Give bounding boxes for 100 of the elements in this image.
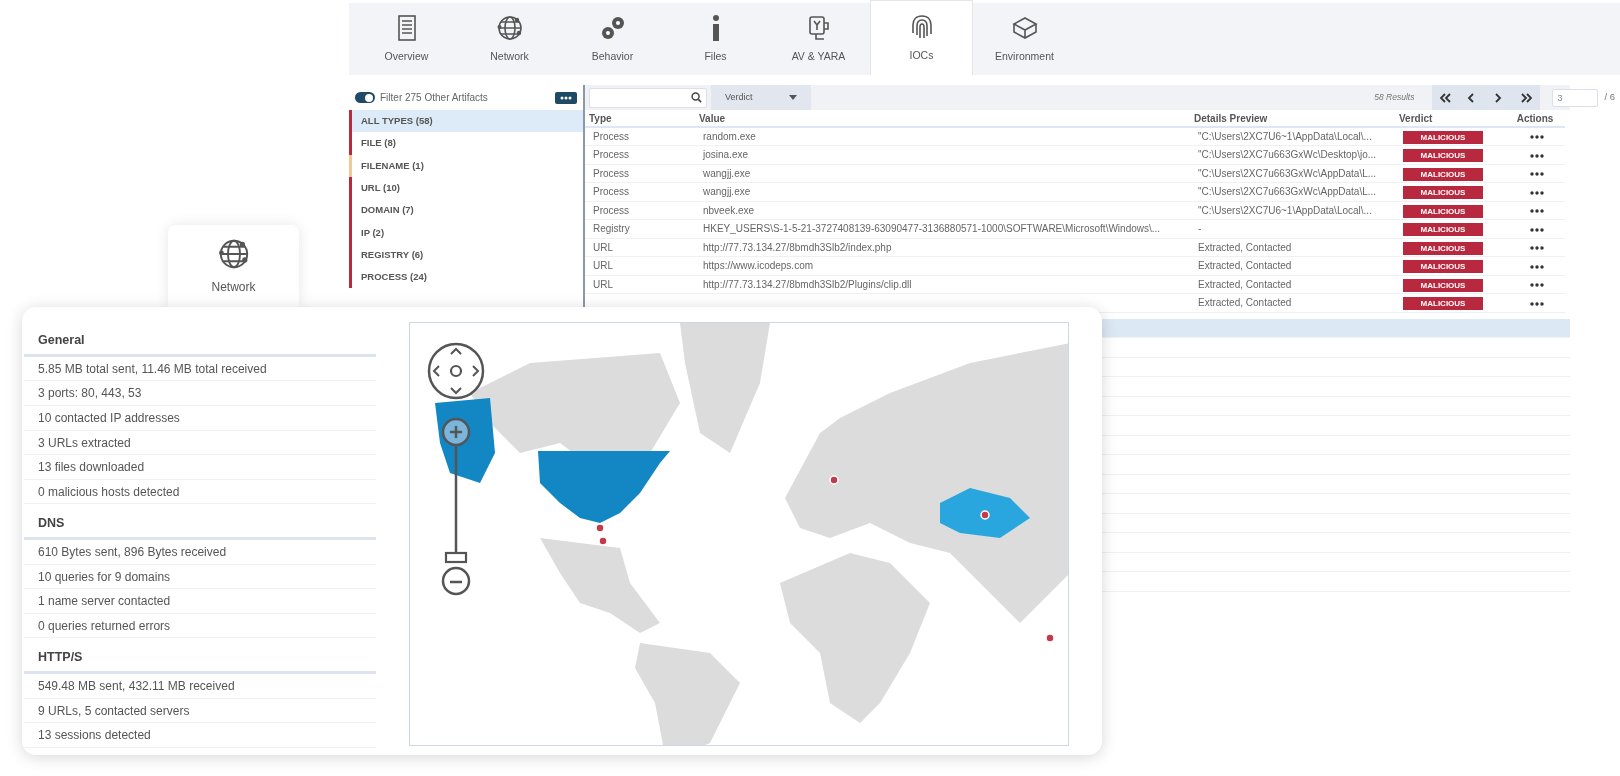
tab[interactable]: Overview xyxy=(355,3,458,75)
table-cell: Process xyxy=(585,182,695,201)
column-header[interactable]: Details Preview xyxy=(1190,110,1395,127)
table-cell: Extracted, Contacted xyxy=(1190,238,1395,257)
tab[interactable]: Environment xyxy=(973,3,1076,75)
more-icon[interactable] xyxy=(1530,209,1544,214)
zoom-out-button[interactable] xyxy=(441,566,471,596)
artifact-type-item[interactable]: FILE (8) xyxy=(349,132,583,155)
last-page-icon[interactable] xyxy=(1521,92,1533,103)
stat-item: 5.85 MB total sent, 11.46 MB total received xyxy=(24,356,376,382)
network-tab[interactable]: Network xyxy=(168,225,299,307)
more-icon[interactable] xyxy=(1530,153,1544,158)
stat-item: 3 URLs extracted xyxy=(24,430,376,456)
search-icon xyxy=(691,92,702,103)
verdict-badge: MALICIOUS xyxy=(1403,297,1483,311)
tab[interactable]: AV & YARA xyxy=(767,3,870,75)
verdict-badge: MALICIOUS xyxy=(1403,260,1483,274)
more-icon[interactable] xyxy=(1530,190,1544,195)
table-cell: wangjj.exe xyxy=(695,164,1190,183)
verdict-badge: MALICIOUS xyxy=(1403,167,1483,181)
table-cell: Registry xyxy=(585,219,695,238)
pan-control[interactable] xyxy=(427,342,485,400)
zoom-slider[interactable] xyxy=(444,445,468,564)
artifact-type-item[interactable]: URL (10) xyxy=(349,176,583,200)
slider-handle[interactable] xyxy=(444,551,468,564)
table-cell: Extracted, Contacted xyxy=(1190,275,1395,294)
tab[interactable]: IOCs xyxy=(870,0,973,75)
artifact-type-item[interactable]: DOMAIN (7) xyxy=(349,199,583,222)
filter-label: Filter 275 Other Artifacts xyxy=(380,91,488,105)
table-cell: URL xyxy=(585,238,695,257)
table-cell: nbveek.exe xyxy=(695,201,1190,220)
table-cell: "C:\Users\2XC7u663GxWc\AppData\L... xyxy=(1190,182,1395,201)
more-icon[interactable] xyxy=(1530,301,1544,306)
column-header[interactable]: Value xyxy=(695,110,1190,127)
table-cell: http://77.73.134.27/8bmdh3Slb2/Plugins/clip.dll xyxy=(695,275,1190,294)
table-cell: http://77.73.134.27/8bmdh3Slb2/index.php xyxy=(695,238,1190,257)
more-icon[interactable] xyxy=(1530,246,1544,251)
results-count: 58 Results xyxy=(1374,91,1415,104)
more-icon[interactable] xyxy=(1530,227,1544,232)
filter-toggle[interactable] xyxy=(355,92,375,103)
tab[interactable]: Files xyxy=(664,3,767,75)
table-cell: Process xyxy=(585,201,695,220)
more-icon[interactable] xyxy=(1530,172,1544,177)
artifact-type-item[interactable]: REGISTRY (6) xyxy=(349,243,583,267)
section-title: HTTP/S xyxy=(24,638,376,675)
info-icon xyxy=(712,13,719,44)
artifact-type-item[interactable]: FILENAME (1) xyxy=(349,154,583,177)
verdict-badge: MALICIOUS xyxy=(1403,186,1483,200)
table-cell: "C:\Users\2XC7U6~1\AppData\Local\... xyxy=(1190,201,1395,220)
table-cell: - xyxy=(1190,219,1395,238)
verdict-badge: MALICIOUS xyxy=(1403,204,1483,218)
stat-item: 0 queries returned errors xyxy=(24,613,376,639)
more-icon[interactable] xyxy=(1530,135,1544,140)
verdict-badge: MALICIOUS xyxy=(1403,149,1483,163)
section-title: General xyxy=(24,321,376,357)
column-header[interactable]: Actions xyxy=(1505,110,1565,127)
verdict-badge: MALICIOUS xyxy=(1403,241,1483,255)
search-field[interactable] xyxy=(589,87,707,108)
more-icon[interactable] xyxy=(1530,283,1544,288)
artifact-type-item[interactable]: IP (2) xyxy=(349,221,583,244)
table-cell: "C:\Users\2XC7U6~1\AppData\Local\... xyxy=(1190,127,1395,146)
stat-item: 13 sessions detected xyxy=(24,723,376,748)
table-cell: "C:\Users\2XC7u663GxWc\AppData\L... xyxy=(1190,164,1395,183)
tab[interactable]: Network xyxy=(458,3,561,75)
stat-item: 1 name server contacted xyxy=(24,589,376,614)
table-cell: Process xyxy=(585,127,695,146)
caret-icon xyxy=(789,95,797,100)
column-header[interactable]: Verdict xyxy=(1395,110,1505,127)
first-page-icon[interactable] xyxy=(1440,92,1452,103)
verdict-badge: MALICIOUS xyxy=(1403,278,1483,292)
verdict-badge: MALICIOUS xyxy=(1403,131,1483,144)
table-cell: Extracted, Contacted xyxy=(1190,293,1395,312)
table-cell: Process xyxy=(585,164,695,183)
page-input[interactable]: 3 xyxy=(1552,88,1599,107)
stat-item: 10 queries for 9 domains xyxy=(24,564,376,590)
artifact-type-item[interactable]: ALL TYPES (58) xyxy=(349,110,583,133)
stat-item: 10 contacted IP addresses xyxy=(24,405,376,431)
artifact-type-item[interactable]: PROCESS (24) xyxy=(349,266,583,289)
table-cell: wangjj.exe xyxy=(695,182,1190,201)
table-cell: Process xyxy=(585,145,695,164)
table-cell: Extracted, Contacted xyxy=(1190,256,1395,275)
zoom-in-button[interactable] xyxy=(441,417,471,447)
more-icon xyxy=(560,95,572,100)
table-cell: HKEY_USERS\S-1-5-21-3727408139-63090477-3136880571-1000\SOFTWARE\Microsoft\Windows\... xyxy=(695,219,1190,238)
stat-item: 549.48 MB sent, 432.11 MB received xyxy=(24,674,376,699)
more-icon[interactable] xyxy=(1530,264,1544,269)
stat-item: 3 ports: 80, 443, 53 xyxy=(24,381,376,406)
stat-item: 13 files downloaded xyxy=(24,455,376,480)
stat-item: 0 malicious hosts detected xyxy=(24,479,376,505)
verdict-dropdown[interactable]: Verdict xyxy=(711,85,811,110)
stat-item: 9 URLs, 5 contacted servers xyxy=(24,698,376,724)
column-header[interactable]: Type xyxy=(585,110,695,127)
page-total: / 6 xyxy=(1604,90,1615,105)
more-button[interactable] xyxy=(555,91,577,104)
section-title: DNS xyxy=(24,504,376,541)
tab[interactable]: Behavior xyxy=(561,3,664,75)
table-cell: URL xyxy=(585,256,695,275)
table-cell: https://www.icodeps.com xyxy=(695,256,1190,275)
table-cell: URL xyxy=(585,275,695,294)
verdict-badge: MALICIOUS xyxy=(1403,223,1483,237)
